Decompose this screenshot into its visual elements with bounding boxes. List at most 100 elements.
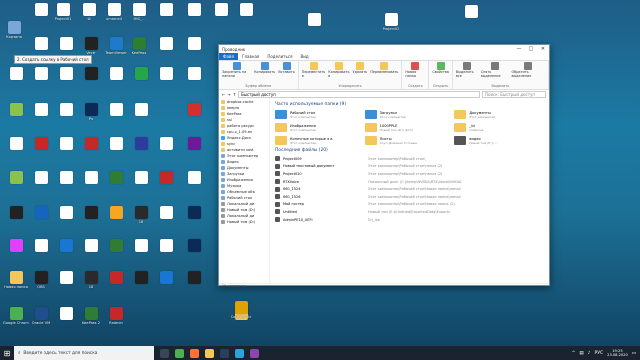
ribbon-button[interactable]: Удалить — [352, 62, 367, 78]
firefox-icon[interactable] — [190, 348, 199, 358]
recent-file-row[interactable]: Новый текстовый документ Этот компьютер\Р… — [275, 163, 544, 171]
frequent-folder[interactable]: видео Новый том (E:)\ ... — [454, 135, 544, 146]
desktop-icon[interactable] — [80, 66, 102, 90]
forward-icon[interactable]: → — [227, 92, 230, 97]
notifications-icon[interactable]: ▭ — [632, 351, 636, 356]
desktop-icon[interactable] — [105, 270, 127, 294]
clock[interactable]: 19:25 23.08.2020 — [607, 349, 628, 357]
taskbar-search[interactable]: ⌕ Введите здесь текст для поиска — [14, 346, 154, 360]
desktop-icon[interactable] — [155, 170, 177, 194]
desktop-icon[interactable]: Counter-Str — [230, 300, 252, 324]
titlebar[interactable]: Проводник — □ ✕ — [219, 45, 549, 53]
desktop-icon[interactable] — [460, 4, 482, 28]
minimize-icon[interactable]: — — [513, 46, 525, 52]
desktop-icon[interactable] — [155, 2, 177, 26]
desktop-icon[interactable] — [183, 205, 205, 229]
tab-file[interactable]: Файл — [219, 53, 239, 60]
ribbon-button[interactable]: Переименовать — [370, 62, 398, 78]
recent-file-row[interactable]: AdminPE10_UEFI D:\_iso — [275, 216, 544, 224]
desktop-icon[interactable] — [30, 170, 52, 194]
desktop-icon[interactable] — [105, 205, 127, 229]
desktop-icon[interactable] — [30, 205, 52, 229]
desktop-icon[interactable] — [80, 136, 102, 160]
up-icon[interactable]: ↑ — [233, 92, 236, 97]
ribbon-button[interactable]: Переместить в — [302, 62, 325, 78]
desktop-icon[interactable] — [5, 102, 27, 126]
chrome-icon[interactable] — [175, 348, 184, 358]
desktop-icon[interactable] — [183, 270, 205, 294]
frequent-folder[interactable]: Рабочий стол Этот компьютер — [275, 109, 365, 120]
recent-file-row[interactable]: IMG_1526 Этот компьютер\Рабочий стол\Нова… — [275, 193, 544, 201]
recent-file-row[interactable]: Project010 Этот компьютер\Рабочий стол\па… — [275, 170, 544, 178]
desktop-icon[interactable] — [155, 270, 177, 294]
recent-file-row[interactable]: Мой гостер Этот компьютер\Рабочий стол\Но… — [275, 201, 544, 209]
desktop-icon[interactable] — [183, 2, 205, 26]
desktop-icon[interactable] — [5, 238, 27, 262]
desktop-icon[interactable] — [105, 170, 127, 194]
desktop-icon[interactable]: 18 — [130, 205, 152, 229]
search-input[interactable]: Поиск: Быстрый доступ — [482, 90, 546, 98]
desktop-icon[interactable] — [105, 66, 127, 90]
desktop-icon[interactable]: Project01 — [52, 2, 74, 26]
frequent-folder[interactable]: _ini OneDrive — [454, 122, 544, 133]
desktop-icon[interactable] — [80, 238, 102, 262]
frequent-folders-header[interactable]: Часто используемые папки (9) — [275, 102, 544, 107]
desktop-icon[interactable]: Корзина — [3, 20, 25, 44]
desktop-icon[interactable] — [105, 136, 127, 160]
back-icon[interactable]: ← — [222, 92, 225, 97]
task-view-icon[interactable] — [160, 348, 169, 358]
desktop-icon[interactable]: KeePass 2 — [80, 306, 102, 330]
ribbon-button[interactable]: Снять выделение — [481, 62, 509, 78]
desktop-icon[interactable]: Google Chrome — [3, 306, 29, 330]
ribbon-button[interactable]: Вставить — [278, 62, 295, 78]
desktop-icon[interactable]: Project02 — [380, 12, 402, 36]
desktop-icon[interactable] — [5, 205, 27, 229]
ribbon-button[interactable]: Копировать — [254, 62, 275, 78]
desktop-icon[interactable] — [210, 2, 232, 26]
desktop-icon[interactable]: OBS — [30, 270, 52, 294]
desktop-icon[interactable] — [30, 136, 52, 160]
desktop-icon[interactable] — [30, 2, 52, 26]
desktop-icon[interactable]: TeamViewer — [105, 36, 127, 60]
desktop-icon[interactable] — [55, 205, 77, 229]
desktop-icon[interactable] — [130, 102, 152, 126]
desktop-icon[interactable] — [105, 238, 127, 262]
desktop-icon[interactable] — [30, 102, 52, 126]
desktop-icon[interactable] — [155, 136, 177, 160]
desktop-icon[interactable] — [5, 170, 27, 194]
desktop-icon[interactable] — [55, 238, 77, 262]
desktop-icon[interactable] — [5, 136, 27, 160]
desktop-icon[interactable] — [183, 66, 205, 90]
desktop-icon[interactable] — [155, 66, 177, 90]
desktop-icon[interactable] — [183, 102, 205, 126]
desktop-icon[interactable] — [183, 36, 205, 60]
explorer-window[interactable]: Проводник — □ ✕ Файл Главная Поделиться … — [218, 44, 550, 288]
desktop-icon[interactable]: Ф — [78, 2, 100, 26]
desktop-icon[interactable]: 18 — [80, 270, 102, 294]
maximize-icon[interactable]: □ — [525, 46, 537, 52]
desktop-icon[interactable] — [130, 66, 152, 90]
desktop-icon[interactable] — [30, 66, 52, 90]
desktop-icon[interactable] — [130, 238, 152, 262]
language-indicator[interactable]: РУС — [595, 351, 604, 356]
desktop-icon[interactable] — [55, 66, 77, 90]
frequent-folder[interactable]: Загрузки Этот компьютер — [364, 109, 455, 120]
ribbon-button[interactable]: Копировать в — [328, 62, 349, 78]
desktop-icon[interactable] — [5, 66, 27, 90]
desktop-icon[interactable] — [105, 102, 127, 126]
ribbon-button[interactable]: Выделить все — [456, 62, 478, 78]
desktop-icon[interactable]: umame4 — [103, 2, 125, 26]
desktop-icon[interactable] — [183, 170, 205, 194]
ribbon-button[interactable]: Свойства — [432, 62, 449, 74]
desktop-icon[interactable]: Новая папка — [4, 270, 28, 294]
steam-icon[interactable] — [220, 348, 229, 358]
network-icon[interactable]: ▤ — [579, 351, 583, 356]
desktop-icon[interactable] — [183, 136, 205, 160]
desktop-icon[interactable]: Oracle VM — [30, 306, 52, 330]
close-icon[interactable]: ✕ — [537, 46, 549, 52]
recent-file-row[interactable]: Project009 Этот компьютер\Рабочий стол\ — [275, 155, 544, 163]
desktop-icon[interactable] — [55, 270, 77, 294]
tab-view[interactable]: Вид — [296, 53, 312, 60]
desktop-icon[interactable] — [130, 170, 152, 194]
frequent-folder[interactable]: Изображения Этот компьютер — [275, 122, 365, 133]
